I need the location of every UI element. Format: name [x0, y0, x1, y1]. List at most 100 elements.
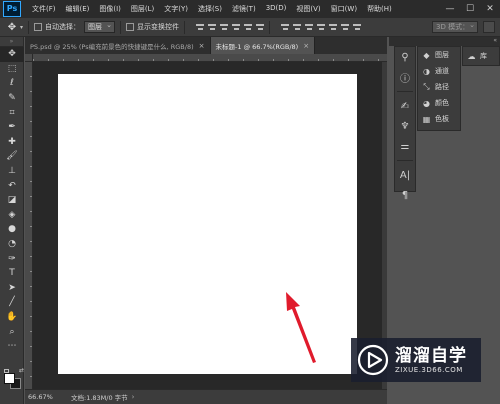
chevron-down-icon[interactable]: ▾: [20, 24, 23, 31]
panel-color[interactable]: ◕ 颜色: [418, 95, 460, 111]
menu-3d[interactable]: 3D(D): [261, 4, 292, 14]
tab-ps-psd[interactable]: PS.psd @ 25% (Ps编充前景色的快捷键是什么, RGB/8) ×: [25, 37, 211, 54]
panel-list: ◆ 图层 ◑ 通道 ⤡ 路径 ◕ 颜色 ▦ 色板: [417, 46, 461, 131]
lasso-tool-icon[interactable]: ℓ: [0, 76, 24, 91]
menu-type[interactable]: 文字(Y): [159, 4, 193, 14]
brush-presets-icon[interactable]: ♆: [395, 116, 415, 136]
tab-untitled-1[interactable]: 未标题-1 @ 66.7%(RGB/8) ×: [210, 37, 316, 54]
menu-edit[interactable]: 编辑(E): [61, 4, 95, 14]
watermark-url: ZIXUE.3D66.COM: [395, 366, 463, 374]
auto-align-icon[interactable]: [353, 23, 362, 32]
more-tools-icon[interactable]: ⋯: [0, 339, 24, 354]
zoom-tool-icon[interactable]: ⌕: [0, 324, 24, 339]
document-tabs: PS.psd @ 25% (Ps编充前景色的快捷键是什么, RGB/8) × 未…: [25, 37, 387, 54]
options-bar: ✥ ▾ 自动选择： 图层 显示变换控件 3D 模式：: [0, 18, 500, 37]
close-icon[interactable]: ×: [303, 42, 309, 50]
window-controls: — ☐ ✕: [440, 0, 500, 18]
align-vcenter-icon[interactable]: [208, 23, 217, 32]
menu-image[interactable]: 图像(I): [94, 4, 126, 14]
maximize-button[interactable]: ☐: [460, 0, 480, 18]
close-button[interactable]: ✕: [480, 0, 500, 18]
brush-settings-icon[interactable]: ✍: [395, 96, 415, 116]
panel-dock-header: «: [389, 37, 500, 46]
status-menu-chevron-icon[interactable]: ›: [132, 393, 135, 401]
marquee-tool-icon[interactable]: ⬚: [0, 62, 24, 77]
panel-libraries[interactable]: ☁ 库: [462, 46, 500, 66]
close-icon[interactable]: ×: [199, 42, 205, 50]
minimize-button[interactable]: —: [440, 0, 460, 18]
align-right-icon[interactable]: [256, 23, 265, 32]
menu-filter[interactable]: 滤镜(T): [227, 4, 261, 14]
menu-file[interactable]: 文件(F): [27, 4, 61, 14]
3d-mode-dropdown[interactable]: 3D 模式：: [432, 20, 478, 33]
paint-bucket-tool-icon[interactable]: ◈: [0, 208, 24, 223]
panel-layers[interactable]: ◆ 图层: [418, 47, 460, 63]
distribute-bottom-icon[interactable]: [305, 23, 314, 32]
arrow-shape: [286, 292, 316, 363]
path-select-tool-icon[interactable]: ➤: [0, 281, 24, 296]
line-tool-icon[interactable]: ╱: [0, 295, 24, 310]
character-panel-icon[interactable]: A|: [395, 165, 415, 185]
layers-icon: ◆: [423, 50, 430, 60]
align-hcenter-icon[interactable]: [244, 23, 253, 32]
status-bar: 66.67% 文档:1.83M/0 字节 ›: [25, 389, 387, 404]
panel-paths[interactable]: ⤡ 路径: [418, 79, 460, 95]
panel-swatches[interactable]: ▦ 色板: [418, 111, 460, 127]
paragraph-panel-icon[interactable]: ¶: [395, 185, 415, 205]
hand-tool-icon[interactable]: ✋: [0, 310, 24, 325]
distribute-left-icon[interactable]: [317, 23, 326, 32]
quick-select-tool-icon[interactable]: ✎: [0, 91, 24, 106]
main-menu: 文件(F) 编辑(E) 图像(I) 图层(L) 文字(Y) 选择(S) 滤镜(T…: [27, 4, 397, 14]
menu-select[interactable]: 选择(S): [193, 4, 227, 14]
photoshop-logo: Ps: [3, 1, 21, 17]
menu-layer[interactable]: 图层(L): [126, 4, 159, 14]
align-top-icon[interactable]: [196, 23, 205, 32]
auto-select-checkbox[interactable]: [34, 23, 43, 31]
zoom-level[interactable]: 66.67%: [25, 393, 63, 401]
show-transform-label: 显示变换控件: [137, 23, 180, 31]
ruler-origin[interactable]: [25, 54, 33, 62]
move-tool-icon[interactable]: ✥: [0, 47, 24, 62]
eraser-tool-icon[interactable]: ◪: [0, 193, 24, 208]
workspace-icon[interactable]: [483, 21, 495, 33]
menu-view[interactable]: 视图(V): [291, 4, 325, 14]
distribute-right-icon[interactable]: [341, 23, 350, 32]
menu-help[interactable]: 帮助(H): [362, 4, 397, 14]
distribute-vcenter-icon[interactable]: [293, 23, 302, 32]
align-bottom-icon[interactable]: [220, 23, 229, 32]
distribute-hcenter-icon[interactable]: [329, 23, 338, 32]
clone-stamp-tool-icon[interactable]: ⊥: [0, 164, 24, 179]
tools-panel: » ✥ ⬚ ℓ ✎ ⌗ ✒ ✚ 🖌 ⊥ ↶ ◪ ◈ ● ◔ ✑ T ➤ ╱ ✋ …: [0, 37, 24, 404]
pen-tool-icon[interactable]: ✑: [0, 251, 24, 266]
crop-tool-icon[interactable]: ⌗: [0, 105, 24, 120]
panel-channels[interactable]: ◑ 通道: [418, 63, 460, 79]
type-tool-icon[interactable]: T: [0, 266, 24, 281]
show-transform-checkbox[interactable]: [126, 23, 135, 31]
swap-colors-icon[interactable]: ⇄: [19, 367, 24, 374]
info-panel-icon[interactable]: ⓘ: [395, 67, 415, 87]
distribute-buttons: [281, 23, 362, 32]
eyedropper-tool-icon[interactable]: ✒: [0, 120, 24, 135]
panel-label: 颜色: [435, 99, 449, 107]
auto-select-dropdown[interactable]: 图层: [84, 20, 116, 33]
toolbar-grip[interactable]: »: [0, 37, 23, 47]
vertical-ruler[interactable]: [25, 62, 33, 389]
brush-tool-icon[interactable]: 🖌: [0, 149, 24, 164]
align-left-icon[interactable]: [232, 23, 241, 32]
play-logo-icon: [357, 344, 389, 376]
distribute-top-icon[interactable]: [281, 23, 290, 32]
divider: [184, 20, 186, 34]
libraries-icon: ☁: [467, 51, 476, 61]
horizontal-ruler[interactable]: [33, 54, 387, 62]
move-tool-icon[interactable]: ✥: [5, 21, 19, 34]
collapse-panels-icon[interactable]: «: [493, 37, 497, 44]
divider: [397, 91, 413, 92]
history-panel-icon[interactable]: ⚲: [395, 47, 415, 67]
adjustments-icon[interactable]: ⚌: [395, 136, 415, 156]
dodge-tool-icon[interactable]: ◔: [0, 237, 24, 252]
healing-brush-tool-icon[interactable]: ✚: [0, 135, 24, 150]
menu-window[interactable]: 窗口(W): [326, 4, 362, 14]
history-brush-tool-icon[interactable]: ↶: [0, 178, 24, 193]
blur-tool-icon[interactable]: ●: [0, 222, 24, 237]
foreground-color-swatch[interactable]: [4, 373, 15, 384]
